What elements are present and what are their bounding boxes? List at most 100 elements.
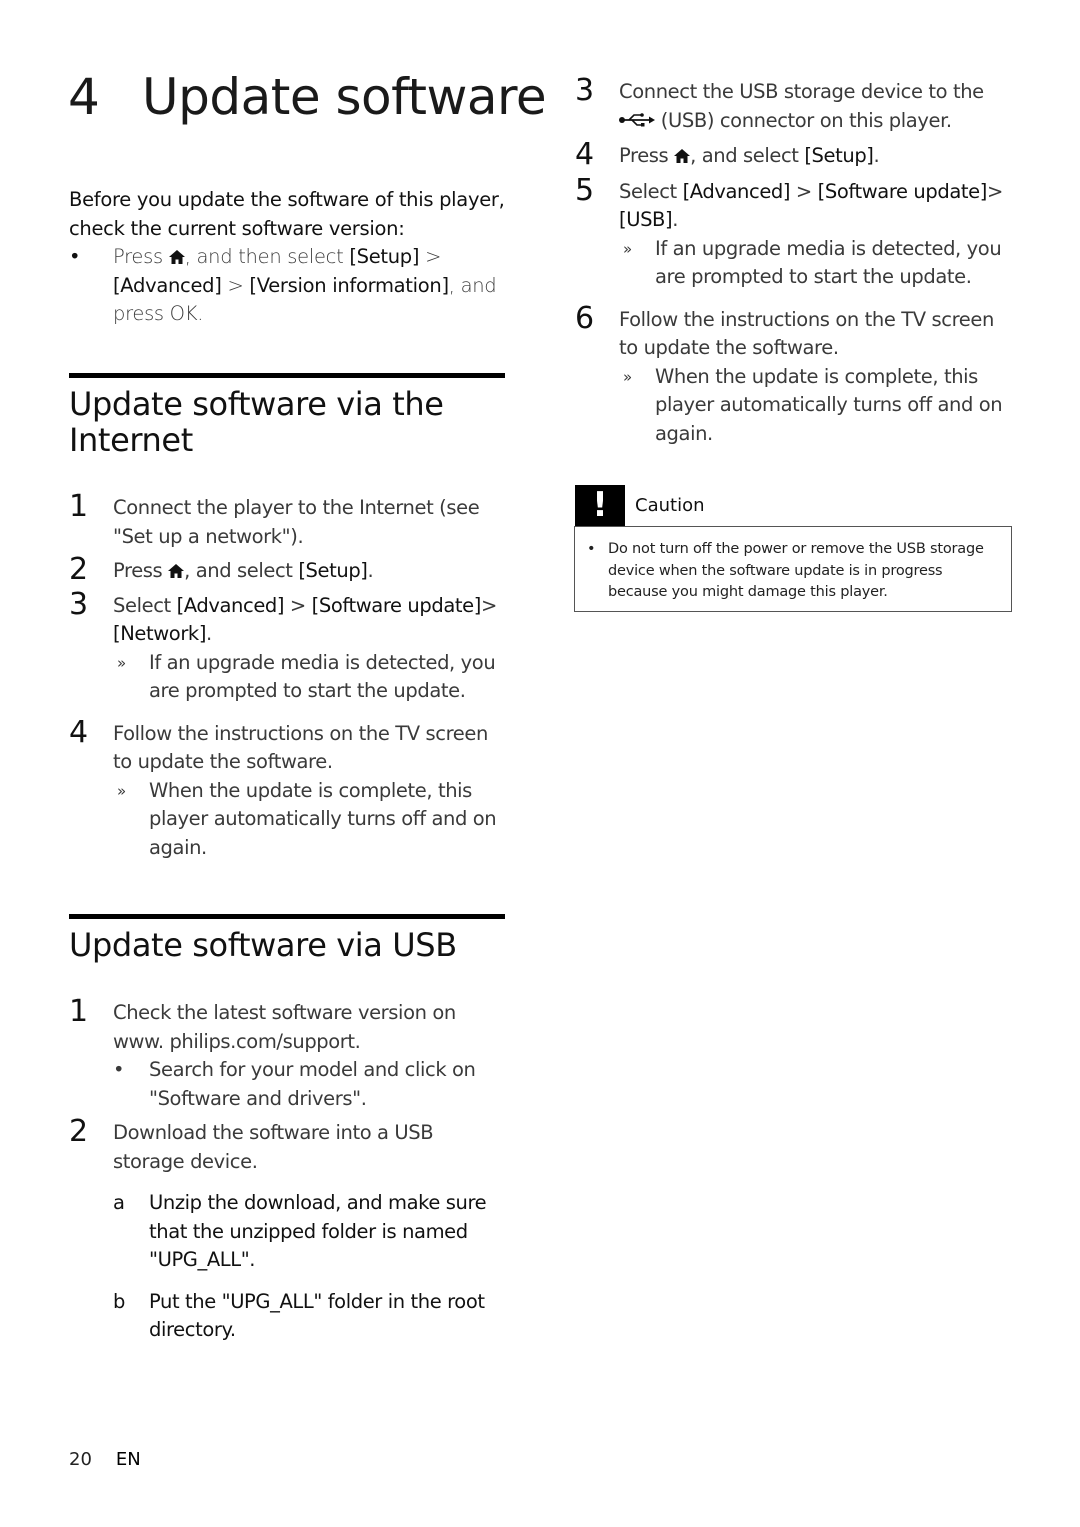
menu-item-setup: [Setup] [298,559,368,582]
menu-item-software-update: [Software update] [311,593,482,617]
section-divider [69,373,505,378]
result-marker: » [623,367,632,386]
result-text: If an upgrade media is detected, you are… [149,650,496,703]
home-icon [674,149,691,163]
step-text: Follow the instructions on the TV screen… [619,307,994,360]
internet-steps: 1 Connect the player to the Internet (se… [69,489,509,863]
step-5: 5 Select [Advanced] > [Software update]>… [575,174,1015,292]
home-icon [168,564,185,578]
menu-item-setup: [Setup] [349,245,420,268]
result-marker: » [117,653,126,672]
section-title-internet: Update software via the Internet [69,385,444,459]
text: > [221,273,250,297]
step-number: 6 [575,300,594,336]
text: Select [619,179,683,203]
step-4: 4 Follow the instructions on the TV scre… [69,714,509,863]
text: , and select [690,144,805,167]
substep-text: Unzip the download, and make sure that t… [149,1191,487,1271]
text: Press [619,144,675,167]
step-number: 2 [69,552,88,587]
menu-item-network: [Network] [113,622,207,645]
step-text: Follow the instructions on the TV screen… [113,721,488,774]
menu-item-advanced: [Advanced] [176,593,285,617]
step-1: 1 Connect the player to the Internet (se… [69,489,509,551]
substep-marker: b [113,1289,125,1313]
step-6: 6 Follow the instructions on the TV scre… [575,300,1015,449]
section-divider [69,914,505,919]
result-marker: » [623,239,632,258]
text: Press [113,245,169,268]
step-result: » If an upgrade media is detected, you a… [113,649,509,706]
text: > [284,593,312,617]
bullet-marker: • [69,245,81,268]
caution-label: Caution [635,495,705,516]
bullet-marker: • [587,541,596,557]
usb-steps-right: 3 Connect the USB storage device to the … [575,73,1015,449]
chapter-title-text: Update software [142,68,547,126]
text: > [419,245,442,268]
step-result: » When the update is complete, this play… [619,363,1015,449]
intro-section: Before you update the software of this p… [69,186,509,329]
text: Press [113,559,169,582]
step-1: 1 Check the latest software version on w… [69,994,509,1113]
substep-b: b Put the "UPG_ALL" folder in the root d… [113,1288,509,1345]
text: . [672,208,679,231]
step-3: 3 Connect the USB storage device to the … [575,73,1015,135]
text: > [790,179,818,203]
step-text: Connect the player to the Internet (see … [113,496,480,548]
step-result: » When the update is complete, this play… [113,777,509,863]
text: . [206,622,212,645]
text: . [873,144,880,167]
page-number: 20 [69,1449,92,1470]
bullet-marker: • [113,1058,125,1081]
menu-item-advanced: [Advanced] [682,179,791,203]
intro-bullet: • Press , and then select [Setup] > [Adv… [69,243,509,329]
home-icon [168,250,185,264]
text: , and then select [184,245,350,268]
menu-item-software-update: [Software update] [817,179,988,203]
caution-text: Do not turn off the power or remove the … [608,541,984,600]
intro-paragraph: Before you update the software of this p… [69,188,505,240]
menu-item-setup: [Setup] [804,144,874,167]
step-number: 3 [69,586,88,622]
language-code: EN [115,1449,141,1470]
menu-item-advanced: [Advanced] [113,273,222,297]
usb-icon [619,112,655,126]
text: , and select [184,559,299,582]
step-number: 1 [69,489,88,524]
exclamation-icon: ! [575,485,625,526]
text: (USB) connector on this player. [655,108,952,132]
result-text: When the update is complete, this player… [655,364,1003,445]
step-3: 3 Select [Advanced] > [Software update]>… [69,586,509,706]
step-2: 2 Download the software into a USB stora… [69,1114,509,1345]
chapter-number: 4 [68,68,100,126]
section-title-usb: Update software via USB [69,926,457,964]
caution-box: • Do not turn off the power or remove th… [574,526,1012,612]
substep-a: a Unzip the download, and make sure that… [113,1189,509,1275]
menu-item-usb: [USB] [619,208,673,231]
step-text: Check the latest software version on www… [113,1001,456,1053]
text: Select [113,593,177,617]
result-text: When the update is complete, this player… [149,778,497,859]
step-number: 4 [575,137,594,172]
bullet-text: Search for your model and click on "Soft… [149,1058,476,1110]
step-2: 2 Press , and select [Setup]. [69,552,509,587]
step-number: 4 [69,714,88,750]
usb-steps-left: 1 Check the latest software version on w… [69,994,509,1345]
step-4: 4 Press , and select [Setup]. [575,137,1015,172]
substep-text: Put the "UPG_ALL" folder in the root dir… [149,1289,485,1342]
text: . [367,559,374,582]
menu-item-version-information: [Version information] [249,273,449,297]
substep-marker: a [113,1191,125,1214]
step-number: 3 [575,73,594,108]
step-bullet: • Search for your model and click on "So… [113,1056,509,1113]
step-number: 1 [69,994,88,1029]
step-number: 2 [69,1114,88,1149]
page-footer: 20 EN [69,1449,141,1470]
text: Connect the USB storage device to the [619,80,984,103]
step-result: » If an upgrade media is detected, you a… [619,235,1015,292]
text: > [480,593,497,617]
text: > [986,179,1003,203]
result-marker: » [117,781,126,800]
caution-item: • Do not turn off the power or remove th… [587,539,1003,604]
